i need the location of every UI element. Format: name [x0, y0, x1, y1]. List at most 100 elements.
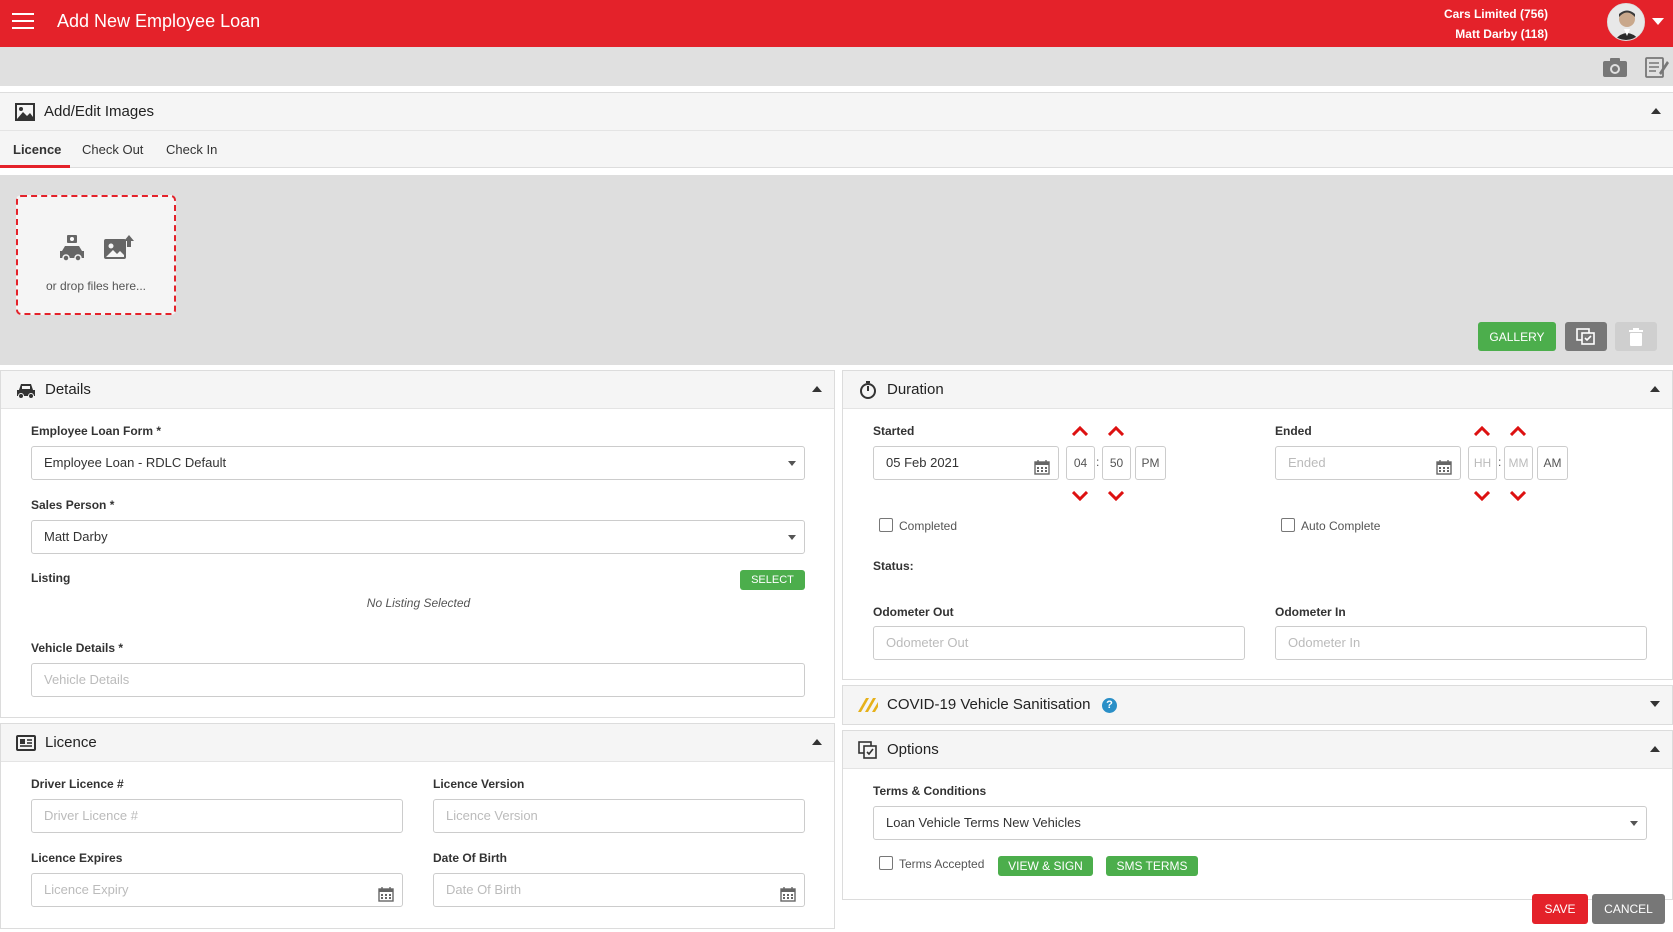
tab-licence[interactable]: Licence: [13, 142, 61, 157]
top-bar: Add New Employee Loan Cars Limited (756)…: [0, 0, 1673, 47]
ended-minute-input[interactable]: MM: [1504, 446, 1533, 480]
completed-label: Completed: [899, 519, 958, 533]
chevron-down-icon: [788, 535, 796, 540]
details-panel-title: Details: [45, 381, 91, 398]
help-icon[interactable]: ?: [1102, 698, 1117, 713]
licence-panel-header[interactable]: Licence: [1, 724, 834, 762]
menu-icon[interactable]: [12, 13, 34, 31]
collapse-caret-icon[interactable]: [812, 739, 822, 745]
company-name: Cars Limited (756): [1443, 7, 1548, 21]
loan-form-select[interactable]: Employee Loan - RDLC Default: [31, 446, 805, 480]
ended-label: Ended: [1275, 424, 1312, 438]
duration-panel-title: Duration: [887, 381, 944, 398]
dropzone-text: or drop files here...: [45, 279, 147, 293]
vehicle-details-input[interactable]: Vehicle Details: [31, 663, 805, 697]
terms-accepted-label: Terms Accepted: [899, 857, 985, 871]
time-separator: :: [1498, 455, 1502, 469]
checklist-icon: [858, 741, 878, 759]
notes-icon[interactable]: [1644, 55, 1670, 79]
started-date-input[interactable]: 05 Feb 2021: [873, 446, 1059, 480]
auto-complete-checkbox[interactable]: [1281, 518, 1295, 532]
end-hour-up-chevron-icon[interactable]: [1473, 424, 1491, 437]
upload-image-icon[interactable]: [102, 233, 134, 263]
end-hour-down-chevron-icon[interactable]: [1473, 489, 1491, 502]
end-minute-up-chevron-icon[interactable]: [1509, 424, 1527, 437]
listing-label: Listing: [31, 571, 71, 585]
sms-terms-button[interactable]: SMS TERMS: [1106, 856, 1198, 876]
options-panel: Options Terms & Conditions Loan Vehicle …: [842, 730, 1673, 900]
covid-panel-title: COVID-19 Vehicle Sanitisation: [887, 696, 1091, 713]
licence-panel: Licence Driver Licence # Driver Licence …: [0, 723, 835, 929]
chevron-down-icon: [1630, 821, 1638, 826]
user-menu-caret-icon[interactable]: [1652, 18, 1664, 25]
terms-select[interactable]: Loan Vehicle Terms New Vehicles: [873, 806, 1647, 840]
car-camera-icon[interactable]: [58, 233, 86, 263]
sales-person-value: Matt Darby: [44, 529, 108, 544]
multi-select-icon: [1576, 327, 1595, 345]
tab-check-out[interactable]: Check Out: [82, 142, 143, 157]
odometer-in-input[interactable]: Odometer In: [1275, 626, 1647, 660]
sales-person-label: Sales Person *: [31, 498, 115, 512]
licence-version-label: Licence Version: [433, 777, 525, 791]
ended-ampm-toggle[interactable]: AM: [1537, 446, 1568, 480]
delete-images-button[interactable]: [1615, 322, 1657, 351]
options-panel-title: Options: [887, 741, 939, 758]
hour-up-chevron-icon[interactable]: [1071, 424, 1089, 437]
duration-panel: Duration Started 05 Feb 2021 04 : 50 PM …: [842, 370, 1673, 680]
covid-panel-header[interactable]: COVID-19 Vehicle Sanitisation ?: [843, 686, 1672, 724]
gallery-button[interactable]: GALLERY: [1478, 322, 1556, 351]
collapse-caret-icon[interactable]: [1651, 108, 1661, 114]
calendar-icon[interactable]: [780, 882, 796, 902]
calendar-icon[interactable]: [378, 882, 394, 902]
completed-checkbox[interactable]: [879, 518, 893, 532]
end-minute-down-chevron-icon[interactable]: [1509, 489, 1527, 502]
details-panel-header[interactable]: Details: [1, 371, 834, 409]
avatar[interactable]: [1607, 3, 1645, 41]
camera-icon[interactable]: [1602, 55, 1628, 79]
minute-up-chevron-icon[interactable]: [1107, 424, 1125, 437]
ended-date-input[interactable]: Ended: [1275, 446, 1461, 480]
started-ampm-toggle[interactable]: PM: [1135, 446, 1166, 480]
driver-licence-input[interactable]: Driver Licence #: [31, 799, 403, 833]
collapse-caret-icon[interactable]: [1650, 386, 1660, 392]
file-dropzone[interactable]: or drop files here...: [16, 195, 176, 315]
id-card-icon: [16, 734, 36, 752]
licence-version-input[interactable]: Licence Version: [433, 799, 805, 833]
collapse-caret-icon[interactable]: [1650, 746, 1660, 752]
select-listing-button[interactable]: SELECT: [740, 570, 805, 590]
dob-input[interactable]: Date Of Birth: [433, 873, 805, 907]
started-minute-input[interactable]: 50: [1102, 446, 1131, 480]
terms-label: Terms & Conditions: [873, 784, 987, 798]
status-label: Status:: [873, 559, 914, 573]
expand-caret-icon[interactable]: [1650, 701, 1660, 707]
sales-person-select[interactable]: Matt Darby: [31, 520, 805, 554]
tab-check-in[interactable]: Check In: [166, 142, 217, 157]
cancel-button[interactable]: CANCEL: [1592, 894, 1665, 924]
dob-label: Date Of Birth: [433, 851, 508, 865]
licence-expiry-input[interactable]: Licence Expiry: [31, 873, 403, 907]
hazard-stripes-icon: [858, 696, 878, 714]
vehicle-details-label: Vehicle Details *: [31, 641, 124, 655]
hour-down-chevron-icon[interactable]: [1071, 489, 1089, 502]
images-panel: Add/Edit Images Licence Check Out Check …: [0, 92, 1673, 365]
minute-down-chevron-icon[interactable]: [1107, 489, 1125, 502]
terms-accepted-checkbox[interactable]: [879, 856, 893, 870]
view-sign-button[interactable]: VIEW & SIGN: [998, 856, 1093, 876]
images-panel-header[interactable]: Add/Edit Images: [0, 93, 1673, 131]
calendar-icon[interactable]: [1034, 455, 1050, 475]
duration-panel-header[interactable]: Duration: [843, 371, 1672, 409]
dob-placeholder: Date Of Birth: [446, 882, 522, 897]
collapse-caret-icon[interactable]: [812, 386, 822, 392]
user-info: Cars Limited (756) Matt Darby (118): [1444, 4, 1548, 44]
select-images-button[interactable]: [1565, 322, 1607, 351]
save-button[interactable]: SAVE: [1532, 894, 1588, 924]
options-panel-header[interactable]: Options: [843, 731, 1672, 769]
started-date-value: 05 Feb 2021: [886, 455, 960, 470]
calendar-icon[interactable]: [1436, 455, 1452, 475]
ended-hour-input[interactable]: HH: [1468, 446, 1497, 480]
odometer-out-input[interactable]: Odometer Out: [873, 626, 1245, 660]
started-hour-input[interactable]: 04: [1066, 446, 1095, 480]
licence-expiry-placeholder: Licence Expiry: [44, 882, 129, 897]
time-separator: :: [1096, 455, 1100, 469]
odometer-in-label: Odometer In: [1275, 605, 1346, 619]
